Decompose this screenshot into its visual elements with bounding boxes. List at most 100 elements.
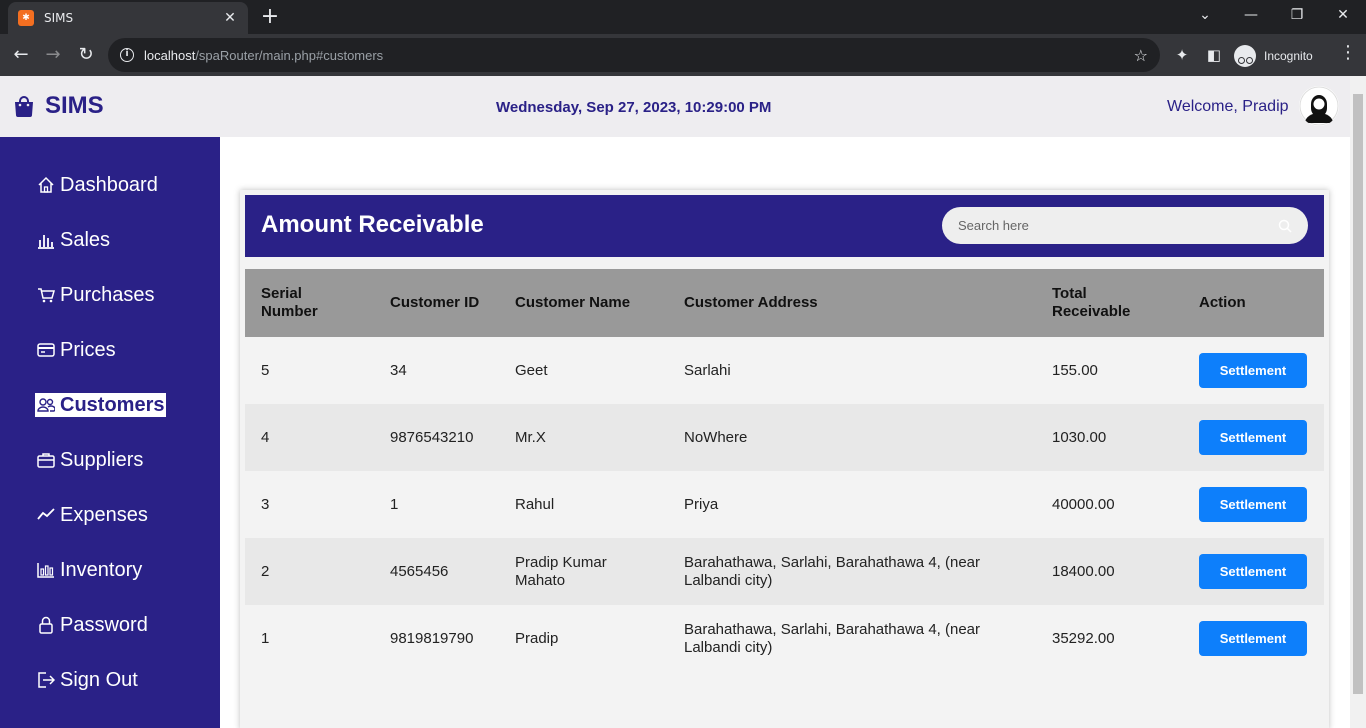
sidebar-item-sign-out[interactable]: Sign Out — [35, 668, 138, 692]
customer-address-cell: NoWhere — [668, 404, 1036, 471]
total-receivable-cell: 18400.00 — [1036, 538, 1183, 605]
minimize-icon[interactable]: — — [1228, 0, 1274, 34]
column-header[interactable]: Action — [1183, 269, 1324, 337]
side-panel-icon[interactable]: ◧ — [1203, 44, 1225, 66]
customer-id-cell: 34 — [374, 337, 499, 404]
sidebar-item-purchases[interactable]: Purchases — [35, 283, 155, 307]
restore-icon[interactable]: ❐ — [1274, 0, 1320, 34]
search-icon[interactable] — [1278, 219, 1292, 233]
sidebar-item-label: Sales — [60, 228, 111, 251]
total-receivable-cell: 35292.00 — [1036, 605, 1183, 672]
column-header[interactable]: Serial Number — [245, 269, 374, 337]
column-header[interactable]: Customer ID — [374, 269, 499, 337]
app-header: SIMS Wednesday, Sep 27, 2023, 10:29:00 P… — [0, 76, 1350, 137]
customer-id-cell: 9876543210 — [374, 404, 499, 471]
sidebar-item-label: Prices — [60, 338, 116, 361]
back-arrow-icon[interactable]: ← — [6, 40, 36, 70]
page-title: Amount Receivable — [261, 211, 484, 238]
browser-tab[interactable]: ✱ SIMS ✕ — [8, 2, 248, 34]
sidebar: Dashboard Sales Purchases Prices Custome… — [0, 137, 220, 728]
sidebar-item-password[interactable]: Password — [35, 613, 148, 637]
column-header[interactable]: Customer Address — [668, 269, 1036, 337]
home-icon — [35, 175, 57, 195]
sidebar-item-label: Expenses — [60, 503, 148, 526]
table-row: 2 4565456 Pradip Kumar Mahato Barahathaw… — [245, 538, 1324, 605]
sidebar-item-label: Sign Out — [60, 668, 138, 691]
tab-title: SIMS — [44, 11, 74, 25]
browser-menu-icon[interactable]: ⋮ — [1336, 42, 1360, 63]
user-avatar[interactable] — [1299, 86, 1339, 126]
bar-chart-icon — [35, 230, 57, 250]
people-icon — [35, 395, 57, 415]
brand-logo[interactable]: SIMS — [12, 92, 104, 120]
cart-icon — [35, 285, 57, 305]
sidebar-item-customers[interactable]: Customers — [35, 393, 167, 417]
address-bar[interactable]: i localhost/spaRouter/main.php#customers… — [108, 38, 1160, 72]
sidebar-item-label: Password — [60, 613, 148, 636]
amount-receivable-card: Amount Receivable Serial Number Customer… — [240, 190, 1329, 728]
settlement-button[interactable]: Settlement — [1199, 353, 1307, 388]
customer-id-cell: 4565456 — [374, 538, 499, 605]
extensions-icon[interactable]: ✦ — [1171, 44, 1193, 66]
serial-cell: 2 — [245, 538, 374, 605]
sidebar-item-sales[interactable]: Sales — [35, 228, 110, 252]
sidebar-item-expenses[interactable]: Expenses — [35, 503, 148, 527]
settlement-button[interactable]: Settlement — [1199, 554, 1307, 589]
total-receivable-cell: 40000.00 — [1036, 471, 1183, 538]
customer-name-cell: Pradip — [499, 605, 668, 672]
inventory-icon — [35, 560, 57, 580]
total-receivable-cell: 155.00 — [1036, 337, 1183, 404]
new-tab-icon[interactable]: + — [258, 4, 282, 30]
forward-arrow-icon[interactable]: → — [38, 40, 68, 70]
incognito-label: Incognito — [1264, 49, 1313, 63]
settlement-button[interactable]: Settlement — [1199, 621, 1307, 656]
sidebar-item-prices[interactable]: Prices — [35, 338, 116, 362]
table-row: 4 9876543210 Mr.X NoWhere 1030.00 Settle… — [245, 404, 1324, 471]
scrollbar-thumb[interactable] — [1353, 94, 1363, 694]
serial-cell: 3 — [245, 471, 374, 538]
customer-address-cell: Barahathawa, Sarlahi, Barahathawa 4, (ne… — [668, 538, 1036, 605]
sidebar-item-label: Inventory — [60, 558, 143, 581]
sign-out-icon — [35, 670, 57, 690]
column-header[interactable]: Customer Name — [499, 269, 668, 337]
tab-close-icon[interactable]: ✕ — [222, 10, 238, 26]
url-text: localhost/spaRouter/main.php#customers — [144, 47, 384, 63]
card-header: Amount Receivable — [245, 195, 1324, 257]
shopping-bag-icon — [15, 96, 33, 117]
reload-icon[interactable]: ↻ — [71, 40, 101, 70]
customer-address-cell: Priya — [668, 471, 1036, 538]
trend-icon — [35, 505, 57, 525]
info-icon[interactable]: i — [120, 48, 134, 62]
bookmark-star-icon[interactable]: ☆ — [1134, 46, 1148, 65]
search-box[interactable] — [942, 207, 1308, 244]
action-cell: Settlement — [1183, 404, 1324, 471]
settlement-button[interactable]: Settlement — [1199, 487, 1307, 522]
incognito-badge[interactable]: Incognito — [1234, 43, 1313, 69]
action-cell: Settlement — [1183, 605, 1324, 672]
sidebar-item-suppliers[interactable]: Suppliers — [35, 448, 143, 472]
column-header[interactable]: Total Receivable — [1036, 269, 1183, 337]
table-row: 3 1 Rahul Priya 40000.00 Settlement — [245, 471, 1324, 538]
customer-id-cell: 1 — [374, 471, 499, 538]
customer-address-cell: Sarlahi — [668, 337, 1036, 404]
brand-name: SIMS — [45, 92, 104, 119]
table-row: 1 9819819790 Pradip Barahathawa, Sarlahi… — [245, 605, 1324, 672]
incognito-icon — [1234, 45, 1256, 67]
page-scrollbar[interactable] — [1350, 76, 1366, 728]
lock-icon — [35, 615, 57, 635]
close-window-icon[interactable]: ✕ — [1320, 0, 1366, 34]
table-header-row: Serial Number Customer ID Customer Name … — [245, 269, 1324, 337]
sidebar-item-dashboard[interactable]: Dashboard — [35, 173, 158, 197]
tab-search-icon[interactable]: ⌄ — [1182, 0, 1228, 34]
sidebar-item-label: Dashboard — [60, 173, 158, 196]
settlement-button[interactable]: Settlement — [1199, 420, 1307, 455]
search-input[interactable] — [958, 218, 1278, 233]
total-receivable-cell: 1030.00 — [1036, 404, 1183, 471]
sidebar-item-inventory[interactable]: Inventory — [35, 558, 142, 582]
briefcase-icon — [35, 450, 57, 470]
customer-name-cell: Mr.X — [499, 404, 668, 471]
table-row: 5 34 Geet Sarlahi 155.00 Settlement — [245, 337, 1324, 404]
serial-cell: 1 — [245, 605, 374, 672]
customer-address-cell: Barahathawa, Sarlahi, Barahathawa 4, (ne… — [668, 605, 1036, 672]
serial-cell: 5 — [245, 337, 374, 404]
